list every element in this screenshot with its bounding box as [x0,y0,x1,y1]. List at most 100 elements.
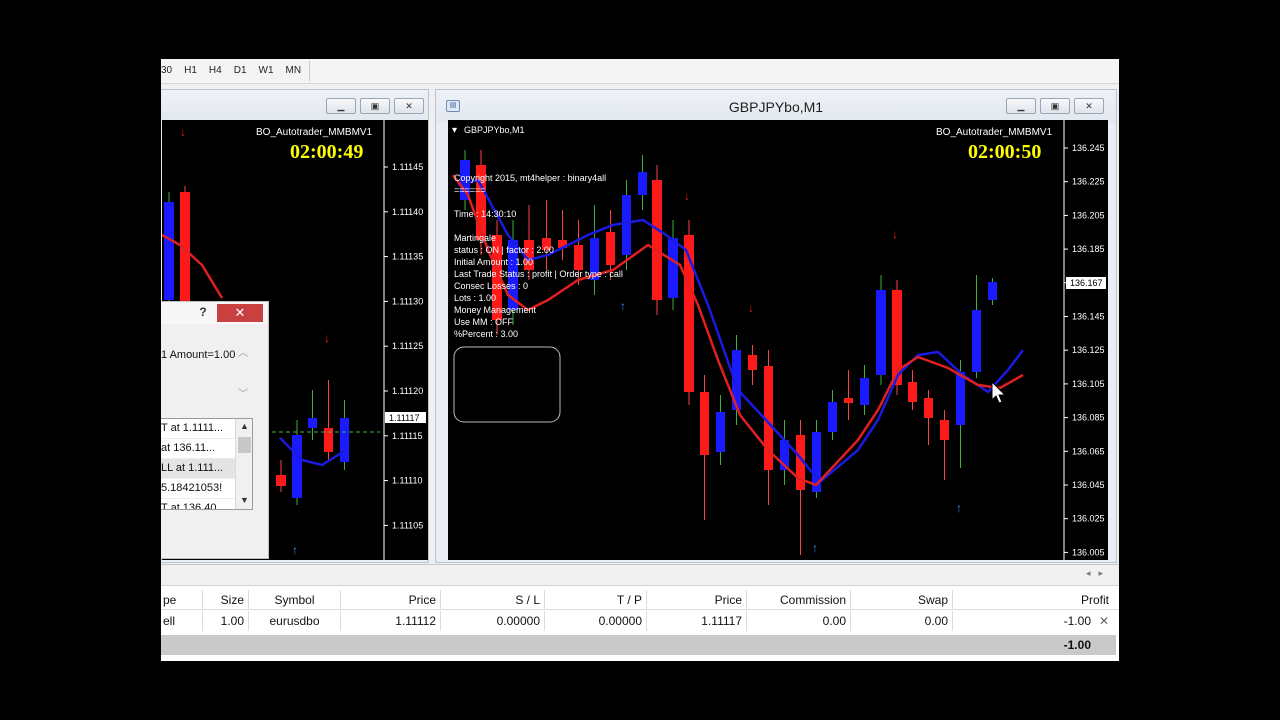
ea-properties-dialog: ? ✕ 1 Amount=1.00 ︿ ﹀ T at 1.1111... at … [161,301,269,559]
col-symbol[interactable]: Symbol [249,590,341,610]
candle-body [716,412,725,452]
col-sl[interactable]: S / L [441,590,545,610]
cell-symbol: eurusdbo [249,611,341,631]
candle-body [574,245,583,270]
scroll-thumb[interactable] [238,437,251,453]
current-price-label: 1.11117 [389,413,420,423]
journal-scrollbar[interactable]: ▲ ▼ [235,419,252,509]
price-tick-label: 136.045 [1072,480,1105,490]
sell-arrow-icon: ↓ [180,125,186,139]
price-tick-label: 1.11130 [392,296,423,306]
window-titlebar[interactable]: ▁ ▣ ✕ [161,90,428,122]
parameter-text: 1 Amount=1.00 [161,349,236,361]
cell-sl: 0.00000 [441,611,545,631]
price-tick-label: 1.11105 [392,520,423,530]
cell-profit: -1.00 [1063,614,1091,628]
candle-body [972,310,981,372]
price-tick-label: 136.245 [1072,143,1105,153]
sell-arrow-icon: ↓ [892,227,898,241]
col-type[interactable]: pe [161,590,203,610]
info-line: Martingale [454,233,496,243]
candle-body [622,195,631,255]
maximize-icon[interactable]: ▣ [1040,98,1070,114]
price-tick-label: 136.105 [1072,379,1105,389]
col-commission[interactable]: Commission [747,590,851,610]
col-price[interactable]: Price [647,590,747,610]
list-item[interactable]: T at 1.1111... [161,419,235,439]
cell-open-price: 1.11112 [341,611,441,631]
total-profit: -1.00 [1063,638,1091,652]
candle-body [164,202,174,300]
col-size[interactable]: Size [203,590,249,610]
candle-series [460,150,997,555]
cell-size: 1.00 [203,611,249,631]
minimize-icon[interactable]: ▁ [326,98,356,114]
help-icon[interactable]: ? [195,305,211,319]
maximize-icon[interactable]: ▣ [360,98,390,114]
price-tick-label: 1.11145 [392,162,423,172]
tf-w1-button[interactable]: W1 [253,61,280,81]
close-order-icon[interactable]: ✕ [1099,614,1109,628]
timeframe-toolbar: 30 H1 H4 D1 W1 MN [161,59,1119,84]
price-axis: 1.11145 1.11140 1.11135 1.11130 1.11125 1.111… [384,162,423,530]
info-line: ====== [454,185,486,195]
price-tick-label: 136.225 [1072,177,1105,187]
minimize-icon[interactable]: ▁ [1006,98,1036,114]
trade-terminal: ◂▸ pe Size Symbol Price S / L T / P Pric… [161,564,1119,661]
info-line: Last Trade Status : profit | Order type … [454,269,623,279]
cell-type: ell [161,611,203,631]
window-titlebar[interactable]: ▤ GBPJPYbo,M1 ▁ ▣ ✕ [436,90,1116,122]
candle-body [844,398,853,403]
col-profit[interactable]: Profit [953,590,1113,610]
info-box-frame [453,346,561,423]
cell-tp: 0.00000 [545,611,647,631]
cell-swap: 0.00 [851,611,953,631]
tf-m30-button[interactable]: 30 [161,61,178,81]
info-line: status : ON | factor : 2.00 [454,245,554,255]
candle-body [668,238,678,298]
candle-body [652,180,662,300]
gbpjpy-chart[interactable]: 136.245136.225136.205136.185136.165136.1… [448,120,1108,560]
list-item[interactable]: LL at 1.111... [161,459,235,479]
tf-h1-button[interactable]: H1 [178,61,203,81]
dialog-titlebar[interactable]: ? ✕ [161,302,267,324]
list-item[interactable]: 5.18421053! [161,479,235,499]
list-item[interactable]: T at 136.40 [161,499,235,509]
chart-menu-icon[interactable]: ▾ [452,125,457,136]
info-line: Time : 14:30:10 [454,209,516,219]
blue-ma-line [457,178,1024,484]
candle-body [828,402,837,432]
chart-symbol-label: GBPJPYbo,M1 [464,125,525,135]
info-line: Copyright 2015, mt4helper : binary4all [454,173,606,183]
buy-arrow-icon: ↑ [292,543,298,557]
info-line: %Percent : 3.00 [454,329,518,339]
scroll-up-icon[interactable]: ︿ [235,344,251,359]
close-icon[interactable]: ✕ [1074,98,1104,114]
table-row[interactable]: ell 1.00 eurusdbo 1.11112 0.00000 0.0000… [161,611,1119,631]
tf-d1-button[interactable]: D1 [228,61,253,81]
scroll-down-icon[interactable]: ▼ [236,495,252,505]
candle-body [606,232,615,265]
col-open-price[interactable]: Price [341,590,441,610]
parameter-scrollbar[interactable]: ︿ ﹀ [235,344,251,408]
price-tick-label: 136.065 [1072,446,1105,456]
close-icon[interactable]: ✕ [217,304,263,322]
blue-ma-line [279,437,347,467]
scroll-down-icon[interactable]: ﹀ [235,385,251,400]
countdown-timer: 02:00:49 [290,141,363,163]
list-item[interactable]: at 136.11... [161,439,235,459]
candle-body [860,378,869,405]
scroll-up-icon[interactable]: ▲ [236,421,252,431]
journal-list: T at 1.1111... at 136.11... LL at 1.111.… [161,418,253,510]
candle-body [908,382,917,402]
col-tp[interactable]: T / P [545,590,647,610]
tf-mn-button[interactable]: MN [280,61,308,81]
gbpjpy-chart-canvas: 136.245136.225136.205136.185136.165136.1… [452,120,1106,560]
price-tick-label: 1.11125 [392,341,423,351]
close-icon[interactable]: ✕ [394,98,424,114]
candle-body [956,372,965,425]
col-swap[interactable]: Swap [851,590,953,610]
countdown-timer: 02:00:50 [968,141,1041,163]
scroll-arrows-icon[interactable]: ◂▸ [1086,568,1111,579]
tf-h4-button[interactable]: H4 [203,61,228,81]
